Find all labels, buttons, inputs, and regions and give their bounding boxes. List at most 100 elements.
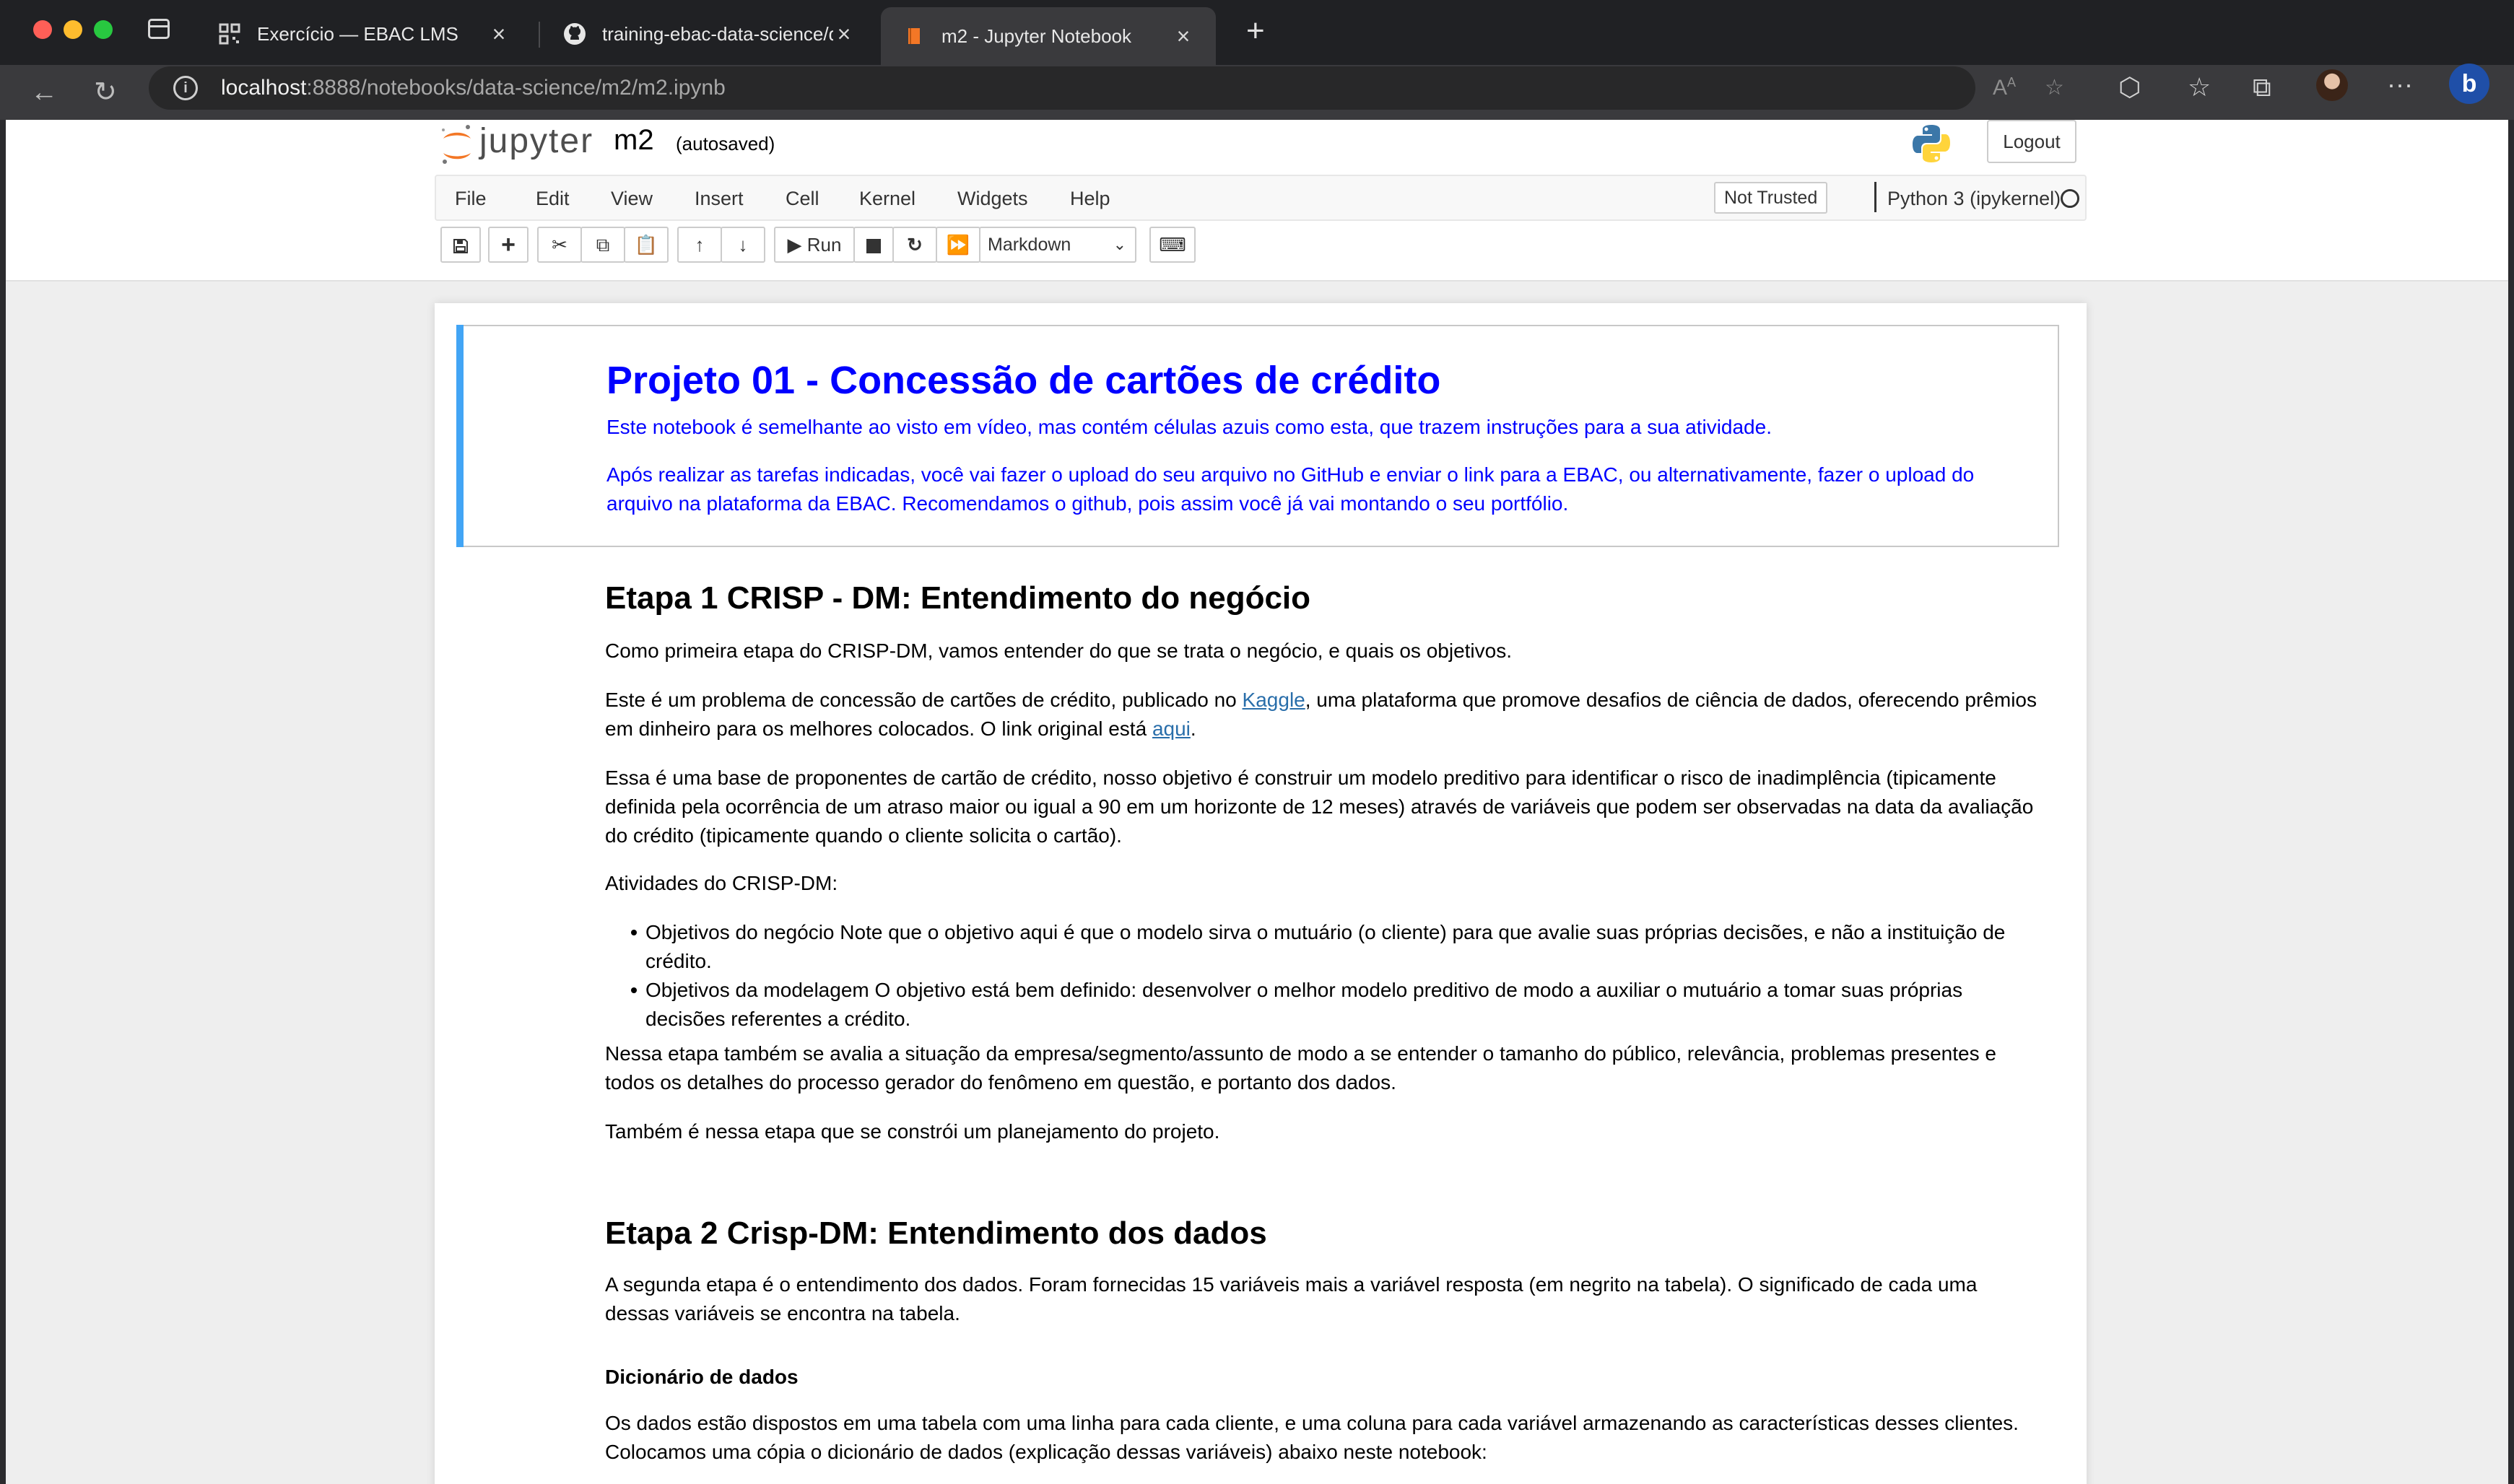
kaggle-link[interactable]: Kaggle (1243, 689, 1305, 711)
reload-icon[interactable]: ↻ (94, 77, 117, 108)
url-text: localhost:8888/notebooks/data-science/m2… (221, 76, 726, 100)
notebook-container[interactable]: Projeto 01 - Concessão de cartões de cré… (435, 303, 2087, 1484)
more-menu-icon[interactable]: ··· (2387, 69, 2413, 100)
command-palette-button[interactable]: ⌨ (1149, 227, 1196, 263)
favorite-add-icon[interactable]: ☆ (2045, 75, 2064, 100)
intro-paragraph-2: Após realizar as tarefas indicadas, você… (606, 463, 1975, 515)
etapa2-heading: Etapa 2 Crisp-DM: Entendimento dos dados (605, 1215, 1267, 1251)
copy-button[interactable]: ⧉ (580, 227, 625, 263)
menu-widgets[interactable]: Widgets (957, 188, 1028, 210)
etapa1-paragraph-1: Como primeira etapa do CRISP-DM, vamos e… (605, 640, 1512, 662)
move-down-button[interactable]: ↓ (721, 227, 765, 263)
run-button[interactable]: ▶ Run (774, 227, 855, 263)
etapa2-paragraph-2: Os dados estão dispostos em uma tabela c… (605, 1412, 2019, 1463)
browser-tab-ebac[interactable]: Exercício — EBAC LMS × (196, 7, 531, 61)
etapa1-paragraph-6: Também é nessa etapa que se constrói um … (605, 1120, 1220, 1143)
tab-label: training-ebac-data-science/da (602, 22, 833, 45)
back-arrow-icon[interactable]: ← (30, 77, 58, 108)
jupyter-page: jupyter m2 (autosaved) Logout File Edit … (6, 120, 2508, 1484)
close-icon[interactable]: × (833, 21, 855, 48)
scissors-icon: ✂ (552, 234, 567, 256)
cut-button[interactable]: ✂ (537, 227, 582, 263)
tab-label: Exercício — EBAC LMS (257, 22, 458, 45)
chevron-down-icon: ⌄ (1113, 235, 1126, 253)
menu-cell[interactable]: Cell (786, 188, 819, 210)
cell-selection-bar (456, 325, 464, 547)
new-tab-button[interactable]: + (1246, 13, 1265, 49)
not-trusted-button[interactable]: Not Trusted (1714, 182, 1828, 214)
bullet-dot (631, 987, 637, 993)
profile-avatar[interactable] (2316, 69, 2348, 101)
menu-edit[interactable]: Edit (536, 188, 570, 210)
extensions-icon[interactable]: ⬡ (2118, 72, 2141, 102)
paste-icon: 📋 (634, 234, 658, 256)
keyboard-icon: ⌨ (1159, 234, 1186, 256)
copy-icon: ⧉ (596, 234, 610, 256)
save-status: (autosaved) (676, 133, 775, 154)
restart-run-all-button[interactable]: ⏩ (936, 227, 980, 263)
arrow-up-icon: ↑ (695, 234, 705, 256)
menu-kernel[interactable]: Kernel (859, 188, 915, 210)
logout-button[interactable]: Logout (1987, 120, 2076, 163)
jupyter-logo[interactable]: jupyter (439, 121, 598, 172)
restart-icon: ↻ (907, 234, 923, 256)
fast-forward-icon: ⏩ (946, 234, 970, 256)
window-minimize-button[interactable] (64, 20, 82, 39)
play-icon: ▶ (787, 234, 802, 256)
python-logo-icon (1913, 125, 1950, 162)
restart-button[interactable]: ↻ (892, 227, 937, 263)
close-icon[interactable]: × (488, 21, 510, 48)
site-info-icon[interactable]: i (173, 76, 198, 100)
kernel-idle-indicator-icon (2061, 189, 2079, 208)
list-item: Objetivos do negócio Note que o objetivo… (645, 921, 2006, 972)
menu-view[interactable]: View (611, 188, 653, 210)
collections-icon[interactable]: ⧉ (2253, 72, 2271, 103)
favorites-icon[interactable]: ☆ (2188, 72, 2211, 102)
menu-help[interactable]: Help (1070, 188, 1110, 210)
arrow-down-icon: ↓ (738, 234, 748, 256)
save-button[interactable] (440, 227, 481, 263)
cell-type-select[interactable]: Markdown ⌄ (979, 227, 1136, 263)
cell-type-value: Markdown (988, 235, 1071, 255)
selected-markdown-cell[interactable]: Projeto 01 - Concessão de cartões de cré… (456, 325, 2059, 547)
notebook-name[interactable]: m2 (614, 124, 654, 157)
url-input[interactable]: i localhost:8888/notebooks/data-science/… (149, 66, 1975, 110)
move-up-button[interactable]: ↑ (677, 227, 722, 263)
window-zoom-button[interactable] (94, 20, 113, 39)
menu-file[interactable]: File (455, 188, 487, 210)
etapa1-paragraph-2: Este é um problema de concessão de cartõ… (605, 689, 2037, 740)
etapa1-paragraph-3: Essa é uma base de proponentes de cartão… (605, 767, 2034, 847)
project-title: Projeto 01 - Concessão de cartões de cré… (606, 359, 1441, 402)
stop-icon (866, 239, 881, 254)
menu-bar: File Edit View Insert Cell Kernel Widget… (435, 175, 2087, 221)
menu-insert[interactable]: Insert (695, 188, 744, 210)
bullet-dot (631, 930, 637, 935)
browser-tab-github[interactable]: training-ebac-data-science/da × (541, 7, 877, 61)
list-item: Objetivos da modelagem O objetivo está b… (645, 979, 1963, 1030)
interrupt-button[interactable] (853, 227, 894, 263)
kernel-name[interactable]: Python 3 (ipykernel) (1887, 188, 2061, 210)
close-icon[interactable]: × (1173, 23, 1194, 50)
intro-paragraph-1: Este notebook é semelhante ao visto em v… (606, 416, 1772, 438)
run-label: Run (806, 234, 842, 256)
paste-button[interactable]: 📋 (624, 227, 669, 263)
original-link[interactable]: aqui (1152, 717, 1191, 740)
jupyter-book-icon (902, 25, 926, 48)
kernel-divider (1874, 182, 1876, 212)
read-aloud-icon[interactable]: AA (1993, 75, 2016, 100)
data-dictionary-heading: Dicionário de dados (605, 1366, 799, 1388)
qr-code-icon (218, 22, 241, 45)
tab-actions-icon[interactable] (148, 19, 170, 39)
jupyter-wordmark: jupyter (479, 122, 594, 160)
window-close-button[interactable] (33, 20, 52, 39)
bing-copilot-icon[interactable]: b (2449, 64, 2489, 104)
etapa1-paragraph-5: Nessa etapa também se avalia a situação … (605, 1042, 1996, 1094)
jupyter-logo-icon (442, 125, 471, 164)
browser-tab-jupyter[interactable]: m2 - Jupyter Notebook × (881, 7, 1216, 65)
plus-icon: + (501, 231, 516, 258)
tab-label: m2 - Jupyter Notebook (941, 25, 1132, 47)
github-icon (563, 22, 586, 45)
insert-cell-button[interactable]: + (488, 227, 529, 263)
etapa1-paragraph-4: Atividades do CRISP-DM: (605, 872, 838, 894)
tab-divider (539, 22, 540, 48)
